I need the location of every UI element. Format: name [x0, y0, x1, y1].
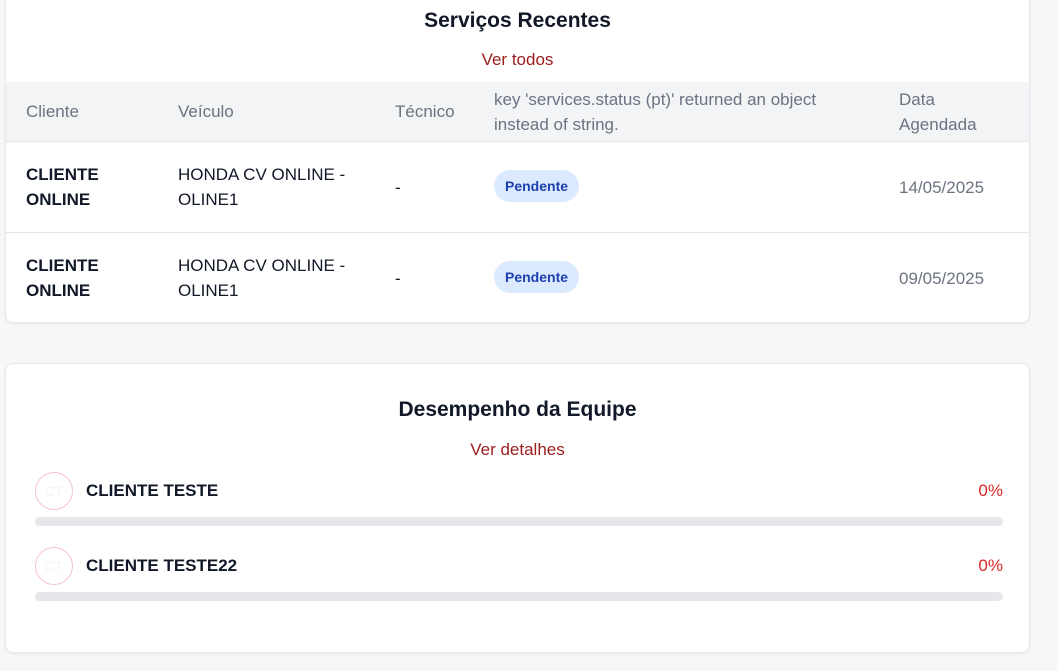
member-name: CLIENTE TESTE22 — [86, 556, 238, 575]
recent-services-card: Serviços Recentes Ver todos Cliente Veíc… — [5, 0, 1030, 323]
table-row[interactable]: CLIENTE ONLINE HONDA CV ONLINE - OLINE1 … — [6, 233, 1029, 322]
column-header-vehicle[interactable]: Veículo — [178, 99, 234, 124]
services-table-header: Cliente Veículo Técnico key 'services.st… — [6, 82, 1029, 142]
row-vehicle: HONDA CV ONLINE - OLINE1 — [178, 256, 346, 300]
row-technician: - — [395, 178, 401, 197]
column-header-technician[interactable]: Técnico — [395, 99, 455, 124]
member-percent: 0% — [978, 556, 1003, 575]
row-vehicle: HONDA CV ONLINE - OLINE1 — [178, 165, 346, 209]
view-all-link[interactable]: Ver todos — [6, 50, 1029, 70]
row-status-cell: Pendente — [494, 261, 580, 293]
row-client: CLIENTE ONLINE — [26, 256, 99, 300]
avatar: CT — [35, 472, 73, 510]
team-performance-card: Desempenho da Equipe Ver detalhes CT CLI… — [5, 363, 1030, 653]
progress-bar — [35, 517, 1003, 526]
team-member: CT CLIENTE TESTE22 0% — [35, 547, 1003, 607]
row-date: 09/05/2025 — [899, 269, 985, 288]
status-badge: Pendente — [494, 261, 580, 293]
row-client: CLIENTE ONLINE — [26, 165, 99, 209]
view-details-link[interactable]: Ver detalhes — [6, 440, 1029, 460]
row-date: 14/05/2025 — [899, 178, 985, 197]
table-row[interactable]: CLIENTE ONLINE HONDA CV ONLINE - OLINE1 … — [6, 142, 1029, 233]
avatar: CT — [35, 547, 73, 585]
row-status-cell: Pendente — [494, 170, 580, 202]
member-percent: 0% — [978, 481, 1003, 500]
progress-bar — [35, 592, 1003, 601]
status-badge: Pendente — [494, 170, 580, 202]
column-header-status[interactable]: key 'services.status (pt)' returned an o… — [494, 87, 874, 137]
team-member: CT CLIENTE TESTE 0% — [35, 472, 1003, 532]
column-header-scheduled-date[interactable]: Data Agendada — [899, 87, 1009, 137]
member-name: CLIENTE TESTE — [86, 481, 219, 500]
team-performance-title: Desempenho da Equipe — [398, 398, 637, 421]
column-header-client[interactable]: Cliente — [26, 99, 79, 124]
row-technician: - — [395, 269, 401, 288]
recent-services-title: Serviços Recentes — [424, 9, 611, 32]
